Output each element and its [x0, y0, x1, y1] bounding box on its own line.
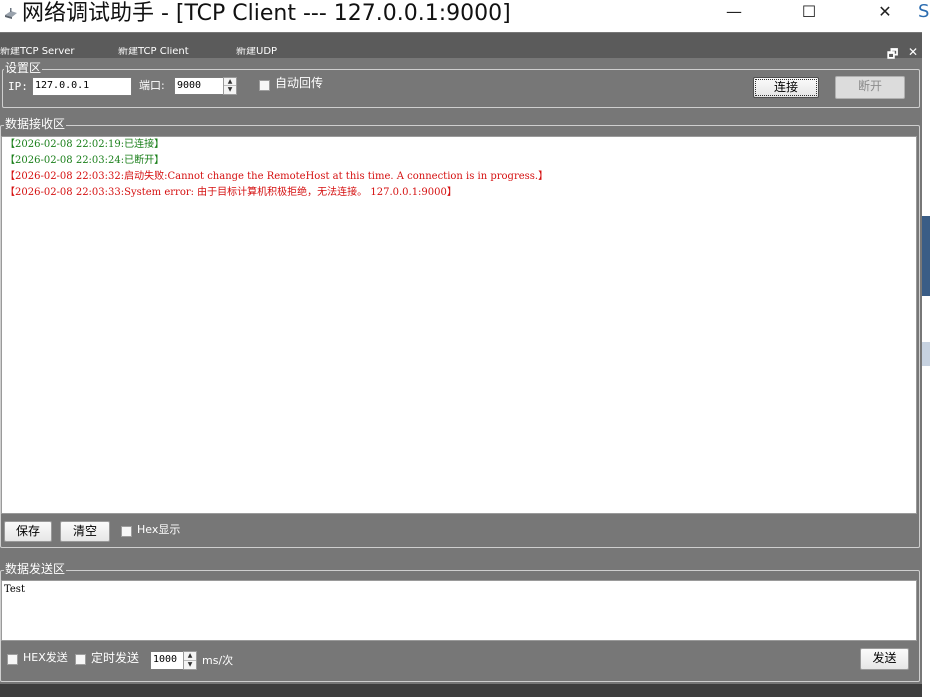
- ip-input[interactable]: 127.0.0.1: [32, 77, 132, 96]
- connect-button[interactable]: 连接: [753, 77, 819, 98]
- mdi-restore-icon[interactable]: 🗗: [887, 45, 898, 66]
- mdi-close-icon[interactable]: ✕: [908, 45, 918, 59]
- app-icon: [5, 8, 17, 19]
- port-up-icon[interactable]: ▲: [224, 78, 236, 86]
- send-textarea[interactable]: Test: [1, 580, 917, 641]
- receive-group-label: 数据接收区: [4, 117, 67, 131]
- minimize-icon[interactable]: —: [711, 0, 757, 26]
- settings-group-label: 设置区: [4, 61, 43, 75]
- background-window: [922, 32, 930, 697]
- menu-item-udp[interactable]: 新建UDP: [236, 47, 277, 55]
- receive-log[interactable]: 【2026-02-08 22:02:19:已连接】 【2026-02-08 22:…: [1, 136, 917, 514]
- log-line: 【2026-02-08 22:03:33:System error: 由于目标计…: [5, 187, 457, 198]
- timed-send-checkbox[interactable]: [75, 654, 86, 665]
- auto-echo-checkbox[interactable]: [259, 80, 270, 91]
- timed-send-label: 定时发送: [91, 651, 140, 665]
- interval-up-icon[interactable]: ▲: [184, 652, 196, 661]
- port-down-icon[interactable]: ▼: [224, 86, 236, 94]
- ip-label: IP:: [8, 80, 28, 93]
- interval-down-icon[interactable]: ▼: [184, 661, 196, 670]
- maximize-icon[interactable]: ☐: [786, 0, 832, 26]
- save-button[interactable]: 保存: [4, 521, 52, 542]
- interval-input[interactable]: 1000: [150, 651, 184, 670]
- interval-stepper[interactable]: ▲ ▼: [183, 651, 197, 670]
- send-button[interactable]: 发送: [860, 648, 909, 670]
- clear-button[interactable]: 清空: [60, 521, 110, 542]
- send-group-label: 数据发送区: [4, 562, 67, 576]
- auto-echo-label: 自动回传: [275, 76, 324, 90]
- menu-item-tcp-client[interactable]: 新建TCP Client: [118, 47, 189, 55]
- receive-log-lines: 【2026-02-08 22:02:19:已连接】 【2026-02-08 22:…: [2, 137, 916, 201]
- disconnect-button[interactable]: 断开: [835, 76, 905, 99]
- interval-unit: ms/次: [202, 654, 234, 667]
- menu-item-tcp-server[interactable]: 新建TCP Server: [0, 47, 75, 55]
- window-title: 网络调试助手 - [TCP Client --- 127.0.0.1:9000]: [22, 1, 511, 26]
- hex-send-checkbox[interactable]: [7, 654, 18, 665]
- port-input[interactable]: 9000: [174, 77, 224, 95]
- menu-strip: 新建TCP Server 新建TCP Client 新建UDP: [0, 33, 922, 58]
- background-window-edge: S: [918, 1, 930, 22]
- log-line: 【2026-02-08 22:03:32:启动失败:Cannot change …: [5, 171, 549, 182]
- title-bar: 网络调试助手 - [TCP Client --- 127.0.0.1:9000]…: [0, 0, 930, 32]
- port-label: 端口:: [139, 79, 165, 92]
- send-text: Test: [4, 584, 25, 595]
- hex-display-label: Hex显示: [137, 523, 181, 536]
- hex-send-label: HEX发送: [23, 651, 68, 664]
- port-stepper[interactable]: ▲ ▼: [223, 77, 237, 95]
- close-icon[interactable]: ✕: [862, 0, 908, 26]
- log-line: 【2026-02-08 22:02:19:已连接】: [5, 139, 165, 150]
- log-line: 【2026-02-08 22:03:24:已断开】: [5, 155, 165, 166]
- bottom-border: [0, 684, 922, 697]
- hex-display-checkbox[interactable]: [121, 526, 132, 537]
